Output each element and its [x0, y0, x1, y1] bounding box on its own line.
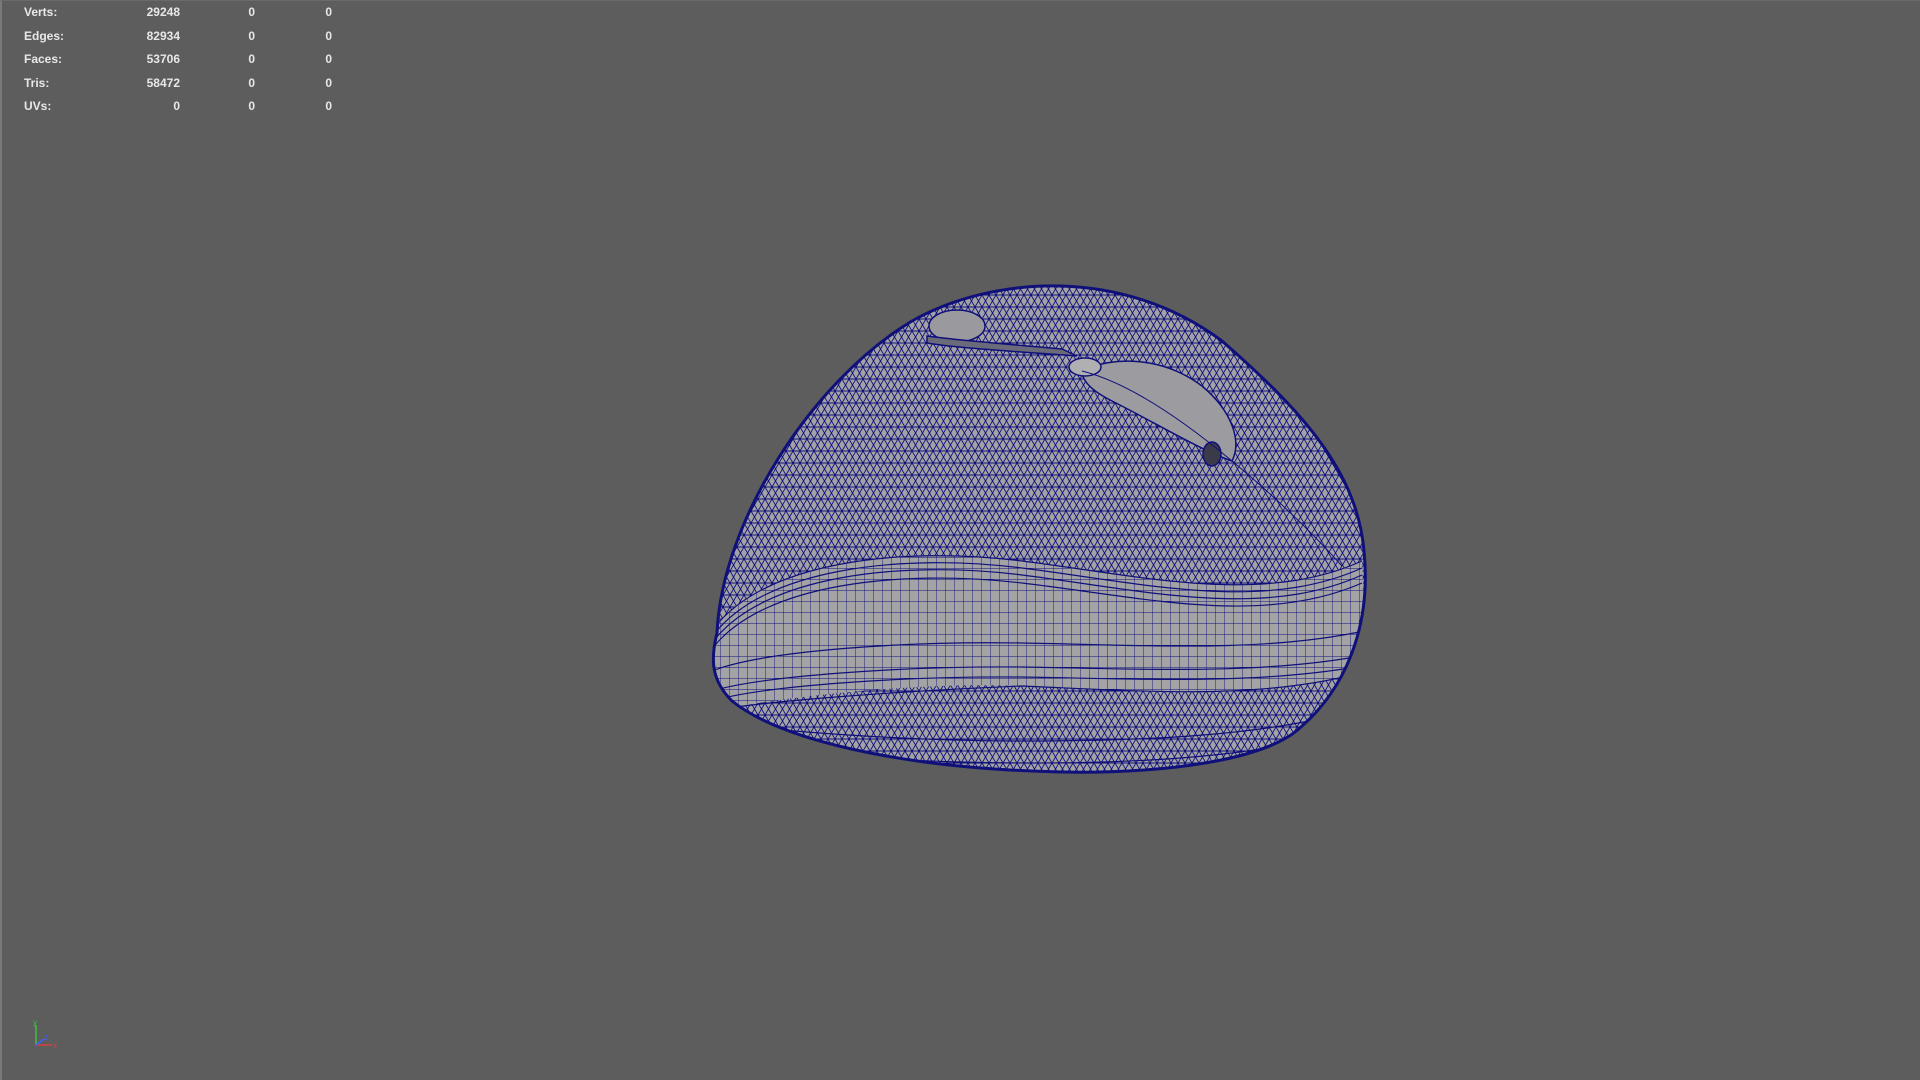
- hud-row-verts: Verts: 29248 0 0: [24, 1, 332, 25]
- hud-value: 0: [248, 5, 255, 19]
- hud-value: 82934: [146, 28, 180, 43]
- hud-value: 53706: [146, 52, 180, 66]
- hud-value: 29248: [146, 5, 180, 19]
- 3d-viewport[interactable]: Verts: 29248 0 0 Edges: 82934 0 0 Faces:…: [0, 0, 1920, 1080]
- mouse-shell: [713, 285, 1366, 773]
- hud-row-tris: Tris: 58472 0 0: [24, 72, 332, 96]
- hud-value: 0: [248, 75, 255, 90]
- hud-value: 0: [173, 99, 180, 113]
- hud-value: 0: [325, 5, 332, 19]
- hud-label: Faces:: [24, 52, 63, 66]
- hud-row-edges: Edges: 82934 0 0: [24, 25, 332, 49]
- wireframe-mouse-model[interactable]: [702, 271, 1402, 781]
- hud-value: 0: [325, 75, 332, 90]
- hud-value: 0: [248, 28, 255, 43]
- hud-label: Edges:: [24, 28, 65, 43]
- poly-count-hud: Verts: 29248 0 0 Edges: 82934 0 0 Faces:…: [24, 1, 332, 119]
- hud-value: 0: [325, 52, 332, 66]
- hud-value: 58472: [146, 75, 180, 90]
- hud-value: 0: [248, 99, 255, 113]
- z-axis-label: z: [44, 1033, 48, 1042]
- hud-label: UVs:: [24, 99, 52, 113]
- hud-row-uvs: UVs: 0 0 0: [24, 95, 332, 119]
- hud-label: Verts:: [24, 5, 58, 19]
- hud-value: 0: [325, 99, 332, 113]
- hud-value: 0: [325, 28, 332, 43]
- x-axis-label: x: [53, 1041, 57, 1050]
- hud-row-faces: Faces: 53706 0 0: [24, 48, 332, 72]
- z-axis-line: [35, 1038, 45, 1046]
- hud-label: Tris:: [24, 75, 50, 90]
- hud-value: 0: [248, 52, 255, 66]
- y-axis-label: y: [33, 1019, 37, 1027]
- axis-gizmo: y x z: [33, 1019, 57, 1050]
